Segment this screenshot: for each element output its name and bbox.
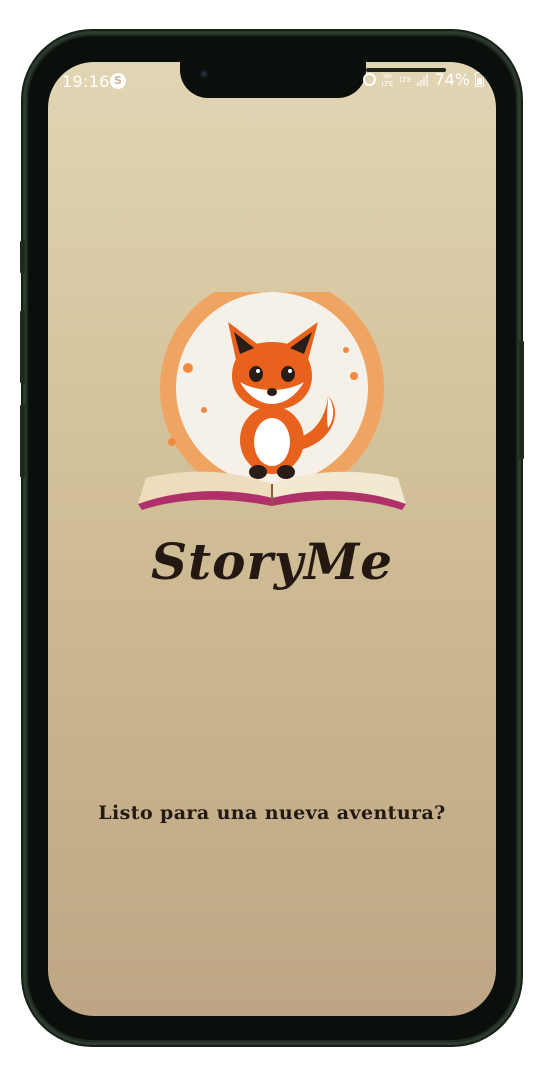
- front-camera: [200, 70, 208, 78]
- notification-app-icon: S: [110, 73, 126, 89]
- phone-frame: 19:16 S Vo LTE LTE 74% StoryMe Listo par…: [20, 34, 524, 1042]
- signal-icon: [417, 73, 429, 86]
- power-button: [519, 340, 524, 460]
- status-time: 19:16: [62, 72, 110, 91]
- volume-down-button: [20, 404, 25, 478]
- app-title: StoryMe: [150, 532, 394, 591]
- splash-screen[interactable]: 19:16 S Vo LTE LTE 74% StoryMe Listo par…: [48, 62, 496, 1016]
- fox-reading-book-logo: [138, 292, 406, 510]
- volume-button-top: [20, 240, 25, 274]
- alarm-icon: [363, 73, 377, 86]
- battery-icon: [475, 72, 484, 87]
- volume-up-button: [20, 310, 25, 384]
- battery-percent: 74%: [434, 70, 470, 89]
- lte-label: LTE: [399, 75, 412, 84]
- status-icons: Vo LTE LTE 74%: [363, 70, 484, 89]
- notch: [180, 62, 446, 98]
- welcome-prompt: Listo para una nueva aventura?: [98, 802, 446, 824]
- volte-label: Vo LTE: [381, 71, 394, 88]
